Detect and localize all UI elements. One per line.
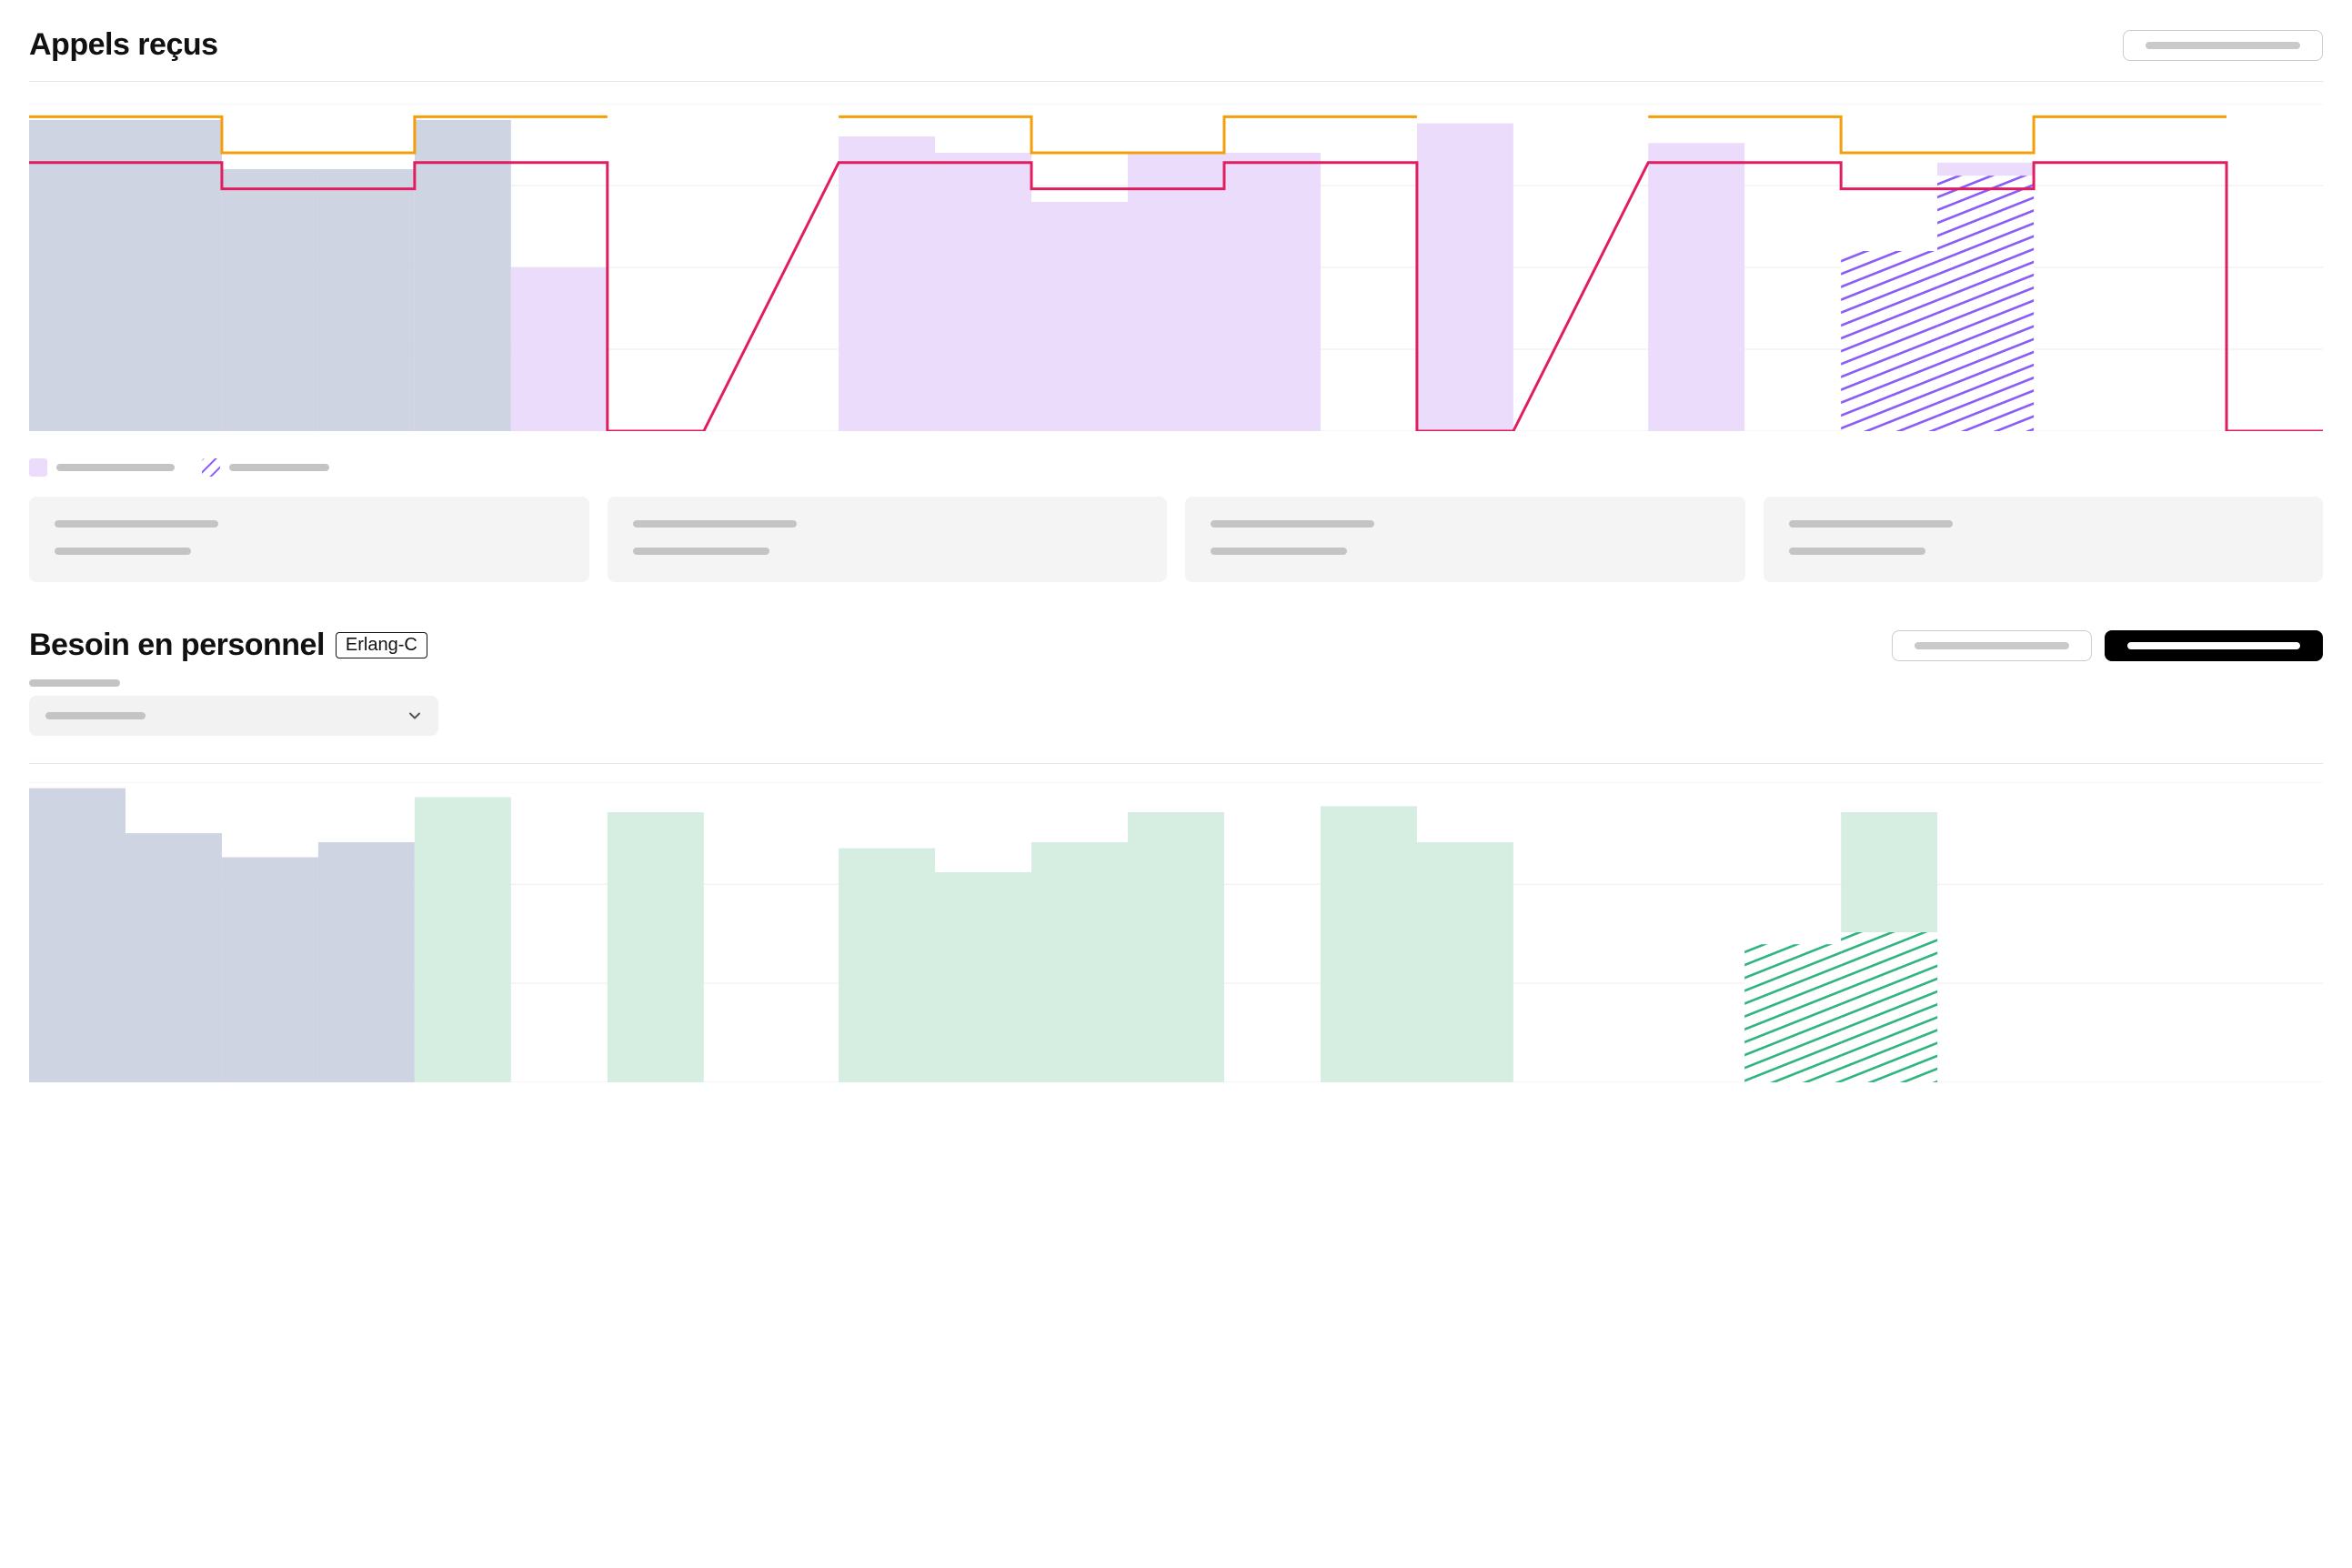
card-value-placeholder xyxy=(55,548,191,555)
select-value-placeholder xyxy=(45,712,146,719)
card-title-placeholder xyxy=(1211,520,1374,528)
card-title-placeholder xyxy=(1789,520,1953,528)
legend-swatch xyxy=(29,458,47,477)
legend-swatch-hatched xyxy=(202,458,220,477)
legend-item-forecast-adjusted xyxy=(202,458,329,477)
button-label-placeholder xyxy=(2127,642,2300,649)
summary-card xyxy=(1185,497,1745,582)
filter-row xyxy=(29,679,2323,736)
primary-button[interactable] xyxy=(2105,630,2323,661)
settings-button[interactable] xyxy=(2123,30,2323,61)
legend-item-forecast xyxy=(29,458,175,477)
chart-svg xyxy=(29,782,2323,1082)
section-title: Appels reçus xyxy=(29,27,218,63)
summary-card xyxy=(1764,497,2324,582)
summary-card xyxy=(608,497,1168,582)
button-label-placeholder xyxy=(2146,42,2300,49)
chart-legend xyxy=(29,458,2323,477)
card-value-placeholder xyxy=(1789,548,1925,555)
summary-cards xyxy=(29,497,2323,582)
filter-select[interactable] xyxy=(29,696,438,736)
section-title: Besoin en personnel xyxy=(29,628,325,663)
card-title-placeholder xyxy=(633,520,797,528)
section-header: Besoin en personnel Erlang-C xyxy=(29,628,2323,670)
legend-label-placeholder xyxy=(229,464,329,471)
calls-chart xyxy=(29,104,2323,431)
filter-label-placeholder xyxy=(29,679,120,687)
legend-label-placeholder xyxy=(56,464,175,471)
section-staffing: Besoin en personnel Erlang-C xyxy=(29,628,2323,1082)
card-title-placeholder xyxy=(55,520,218,528)
summary-card xyxy=(29,497,589,582)
staffing-chart xyxy=(29,782,2323,1082)
secondary-button[interactable] xyxy=(1892,630,2092,661)
section-calls-received: Appels reçus xyxy=(29,27,2323,582)
chevron-down-icon xyxy=(407,709,422,723)
model-badge: Erlang-C xyxy=(336,632,427,658)
button-label-placeholder xyxy=(1915,642,2069,649)
card-value-placeholder xyxy=(633,548,769,555)
chart-svg xyxy=(29,104,2323,431)
section-header: Appels reçus xyxy=(29,27,2323,82)
card-value-placeholder xyxy=(1211,548,1347,555)
divider xyxy=(29,763,2323,764)
